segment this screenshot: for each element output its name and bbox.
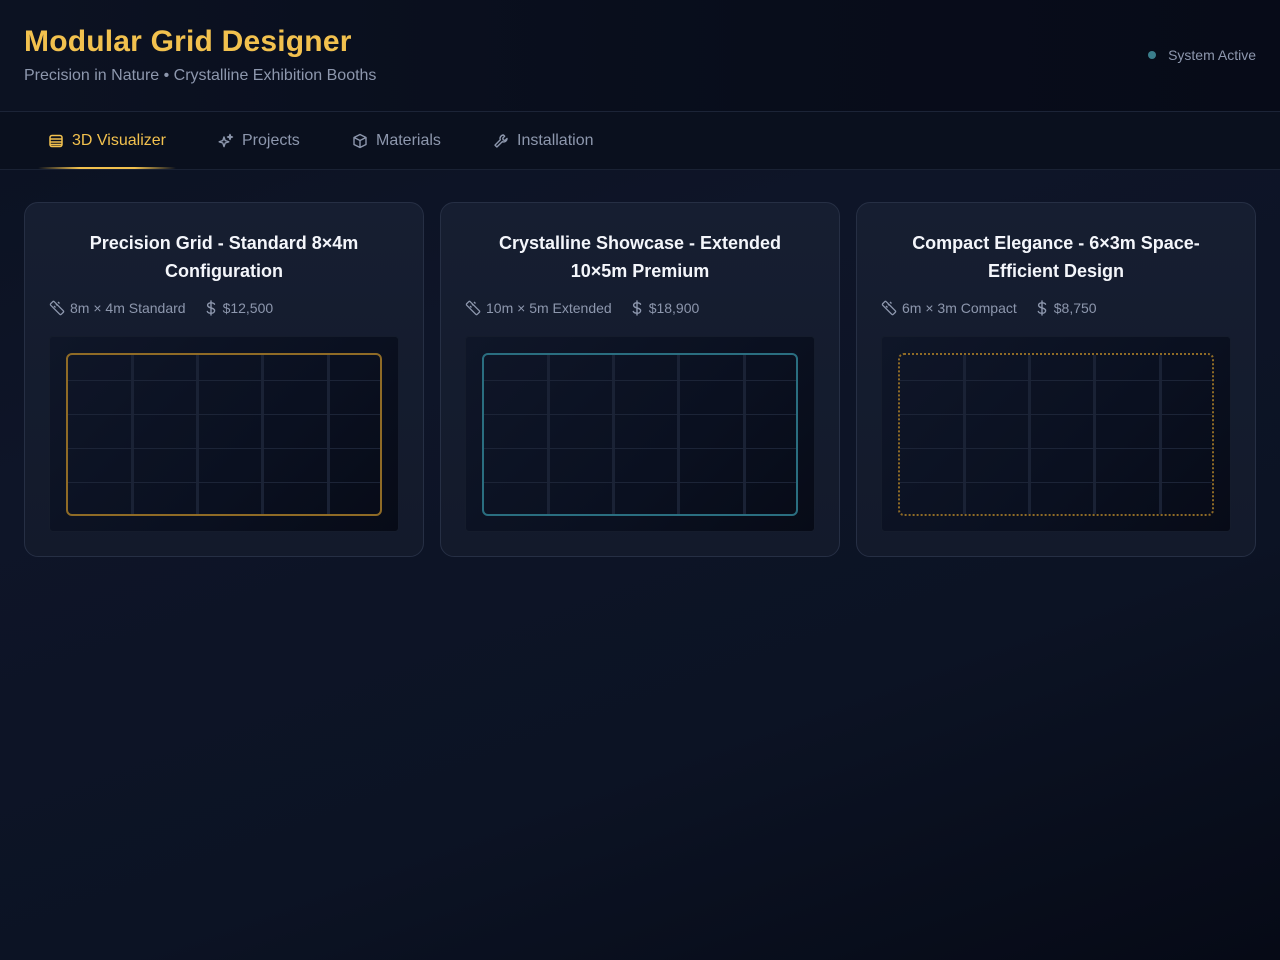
tab-label: 3D Visualizer: [72, 131, 166, 149]
booth-card-title: Crystalline Showcase - Extended 10×5m Pr…: [498, 233, 782, 281]
app-title: Modular Grid Designer: [24, 25, 352, 58]
booth-price-label: $18,900: [648, 300, 700, 316]
booth-card-meta: 10m × 5m Extended $18,900: [465, 300, 699, 316]
sparkles-icon: [218, 133, 234, 147]
booth-size-label: 8m × 4m Standard: [70, 300, 186, 316]
tab-materials[interactable]: Materials: [352, 112, 441, 169]
booth-size: 8m × 4m Standard: [49, 300, 186, 316]
booth-3d-preview[interactable]: [49, 336, 399, 532]
ruler-icon: [465, 300, 481, 316]
ruler-icon: [881, 300, 897, 316]
wrench-icon: [494, 133, 508, 148]
booth-card-title: Precision Grid - Standard 8×4m Configura…: [89, 233, 359, 281]
booth-size: 10m × 5m Extended: [465, 300, 612, 316]
booth-card[interactable]: Precision Grid - Standard 8×4m Configura…: [24, 202, 424, 557]
ruler-icon: [49, 300, 65, 316]
booth-card[interactable]: Crystalline Showcase - Extended 10×5m Pr…: [440, 202, 840, 557]
tab-installation[interactable]: Installation: [493, 112, 594, 169]
app-header: Modular Grid Designer Precision in Natur…: [0, 0, 1280, 112]
layers-icon: [49, 134, 63, 147]
booth-card-meta: 6m × 3m Compact $8,750: [881, 300, 1097, 316]
booth-grid-frame: [898, 353, 1214, 516]
tab-bar: 3D Visualizer Projects Materials Install…: [0, 112, 1280, 170]
booth-card-meta: 8m × 4m Standard $12,500: [49, 300, 273, 316]
booth-size-label: 10m × 5m Extended: [486, 300, 612, 316]
booth-grid-frame: [66, 353, 382, 516]
booth-size-label: 6m × 3m Compact: [902, 300, 1017, 316]
booth-card[interactable]: Compact Elegance - 6×3m Space-Efficient …: [856, 202, 1256, 557]
dollar-icon: [632, 300, 641, 316]
booth-3d-preview[interactable]: [881, 336, 1231, 532]
tab-3d-visualizer[interactable]: 3D Visualizer: [38, 112, 176, 169]
booth-price: $8,750: [1035, 300, 1097, 316]
booth-size: 6m × 3m Compact: [881, 300, 1017, 316]
active-tab-indicator: [38, 167, 176, 169]
dollar-icon: [206, 300, 215, 316]
tab-projects[interactable]: Projects: [218, 112, 300, 169]
system-status: System Active: [1148, 47, 1256, 63]
booth-3d-preview[interactable]: [465, 336, 815, 532]
booth-grid-frame: [482, 353, 798, 516]
app-subtitle: Precision in Nature • Crystalline Exhibi…: [24, 67, 377, 84]
dollar-icon: [1037, 300, 1047, 316]
tab-label: Installation: [517, 131, 594, 149]
booth-price: $18,900: [630, 300, 700, 316]
booth-card-title: Compact Elegance - 6×3m Space-Efficient …: [912, 233, 1200, 281]
booth-price-label: $12,500: [222, 300, 274, 316]
booth-price-label: $8,750: [1053, 300, 1097, 316]
cube-icon: [353, 133, 367, 148]
system-status-label: System Active: [1168, 47, 1256, 63]
tab-label: Materials: [376, 131, 441, 149]
booth-price: $12,500: [204, 300, 274, 316]
tab-label: Projects: [242, 131, 300, 149]
status-dot-icon: [1148, 51, 1157, 59]
